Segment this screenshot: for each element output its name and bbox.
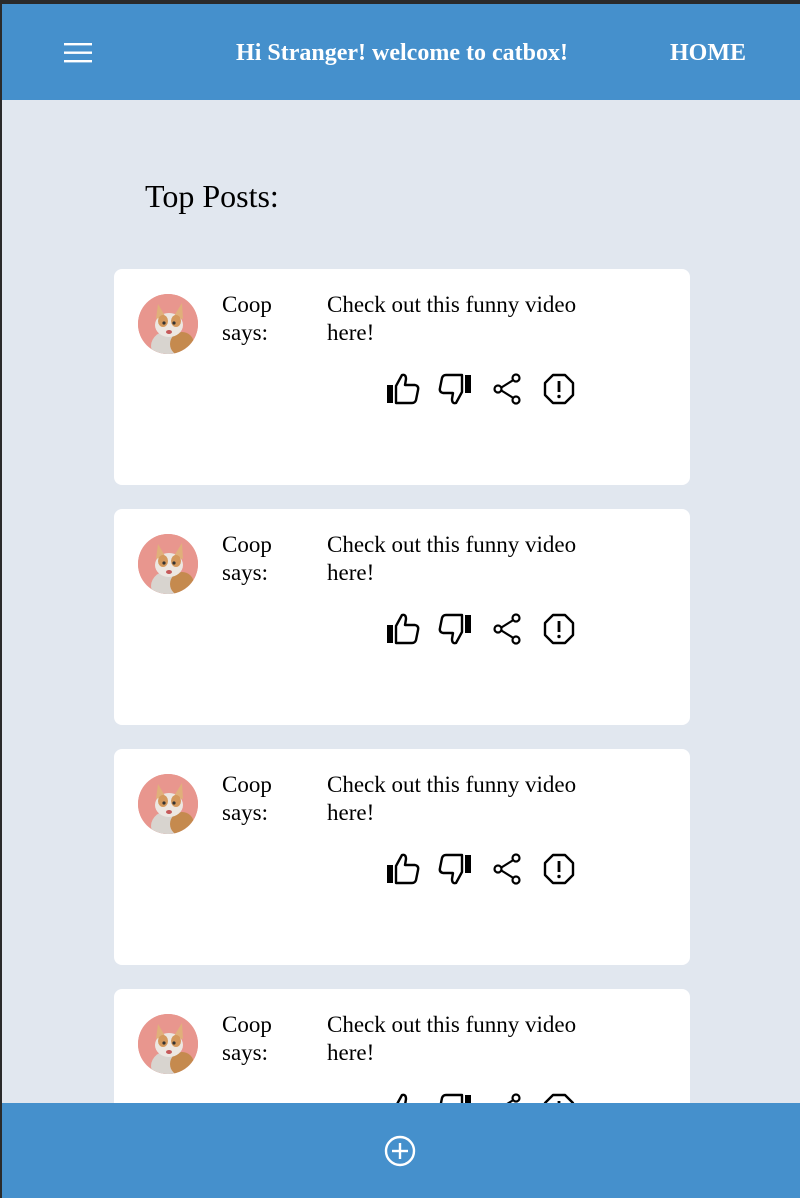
post-actions: [384, 371, 578, 407]
thumbs-down-icon: [438, 853, 471, 885]
author-name: Coop: [222, 532, 272, 557]
report-button[interactable]: [540, 371, 578, 407]
share-button[interactable]: [488, 611, 526, 647]
dislike-button[interactable]: [436, 851, 474, 887]
avatar: [138, 1014, 198, 1074]
report-icon: [543, 613, 575, 645]
report-icon: [543, 373, 575, 405]
post-author: Coop says:: [222, 1011, 272, 1067]
post-message: Check out this funny video here!: [327, 1012, 577, 1065]
cat-avatar-image: [138, 1014, 198, 1074]
thumbs-down-icon: [438, 613, 471, 645]
home-link[interactable]: HOME: [648, 38, 768, 68]
author-name: Coop: [222, 772, 272, 797]
page-title: Hi Stranger! welcome to catbox!: [236, 40, 568, 66]
bottom-bar: [2, 1103, 800, 1198]
post-actions: [384, 611, 578, 647]
like-button[interactable]: [384, 611, 422, 647]
thumbs-up-icon: [387, 853, 420, 885]
report-button[interactable]: [540, 851, 578, 887]
avatar: [138, 294, 198, 354]
avatar: [138, 534, 198, 594]
post-card: Coop says: Check out this funny video he…: [114, 269, 690, 485]
author-says: says:: [222, 560, 268, 585]
post-author: Coop says:: [222, 771, 272, 827]
post-message: Check out this funny video here!: [327, 532, 577, 585]
report-icon: [543, 853, 575, 885]
menu-button[interactable]: [60, 38, 98, 68]
like-button[interactable]: [384, 851, 422, 887]
dislike-button[interactable]: [436, 371, 474, 407]
cat-avatar-image: [138, 294, 198, 354]
hamburger-menu-icon: [64, 43, 92, 63]
thumbs-down-icon: [438, 373, 471, 405]
share-button[interactable]: [488, 371, 526, 407]
cat-avatar-image: [138, 534, 198, 594]
share-icon: [493, 853, 521, 885]
author-name: Coop: [222, 292, 272, 317]
share-button[interactable]: [488, 851, 526, 887]
dislike-button[interactable]: [436, 611, 474, 647]
author-says: says:: [222, 1040, 268, 1065]
thumbs-up-icon: [387, 373, 420, 405]
cat-avatar-image: [138, 774, 198, 834]
post-card: Coop says: Check out this funny video he…: [114, 509, 690, 725]
post-message: Check out this funny video here!: [327, 772, 577, 825]
app: Hi Stranger! welcome to catbox! HOME Top…: [2, 4, 800, 1198]
author-name: Coop: [222, 1012, 272, 1037]
post-message: Check out this funny video here!: [327, 292, 577, 345]
post-author: Coop says:: [222, 531, 272, 587]
author-says: says:: [222, 800, 268, 825]
like-button[interactable]: [384, 371, 422, 407]
add-circle-icon: [384, 1135, 416, 1167]
top-nav-bar: Hi Stranger! welcome to catbox! HOME: [2, 4, 800, 100]
add-post-button[interactable]: [382, 1133, 418, 1169]
post-author: Coop says:: [222, 291, 272, 347]
thumbs-up-icon: [387, 613, 420, 645]
share-icon: [493, 613, 521, 645]
avatar: [138, 774, 198, 834]
section-title: Top Posts:: [145, 178, 279, 214]
share-icon: [493, 373, 521, 405]
report-button[interactable]: [540, 611, 578, 647]
post-card: Coop says: Check out this funny video he…: [114, 749, 690, 965]
author-says: says:: [222, 320, 268, 345]
post-actions: [384, 851, 578, 887]
